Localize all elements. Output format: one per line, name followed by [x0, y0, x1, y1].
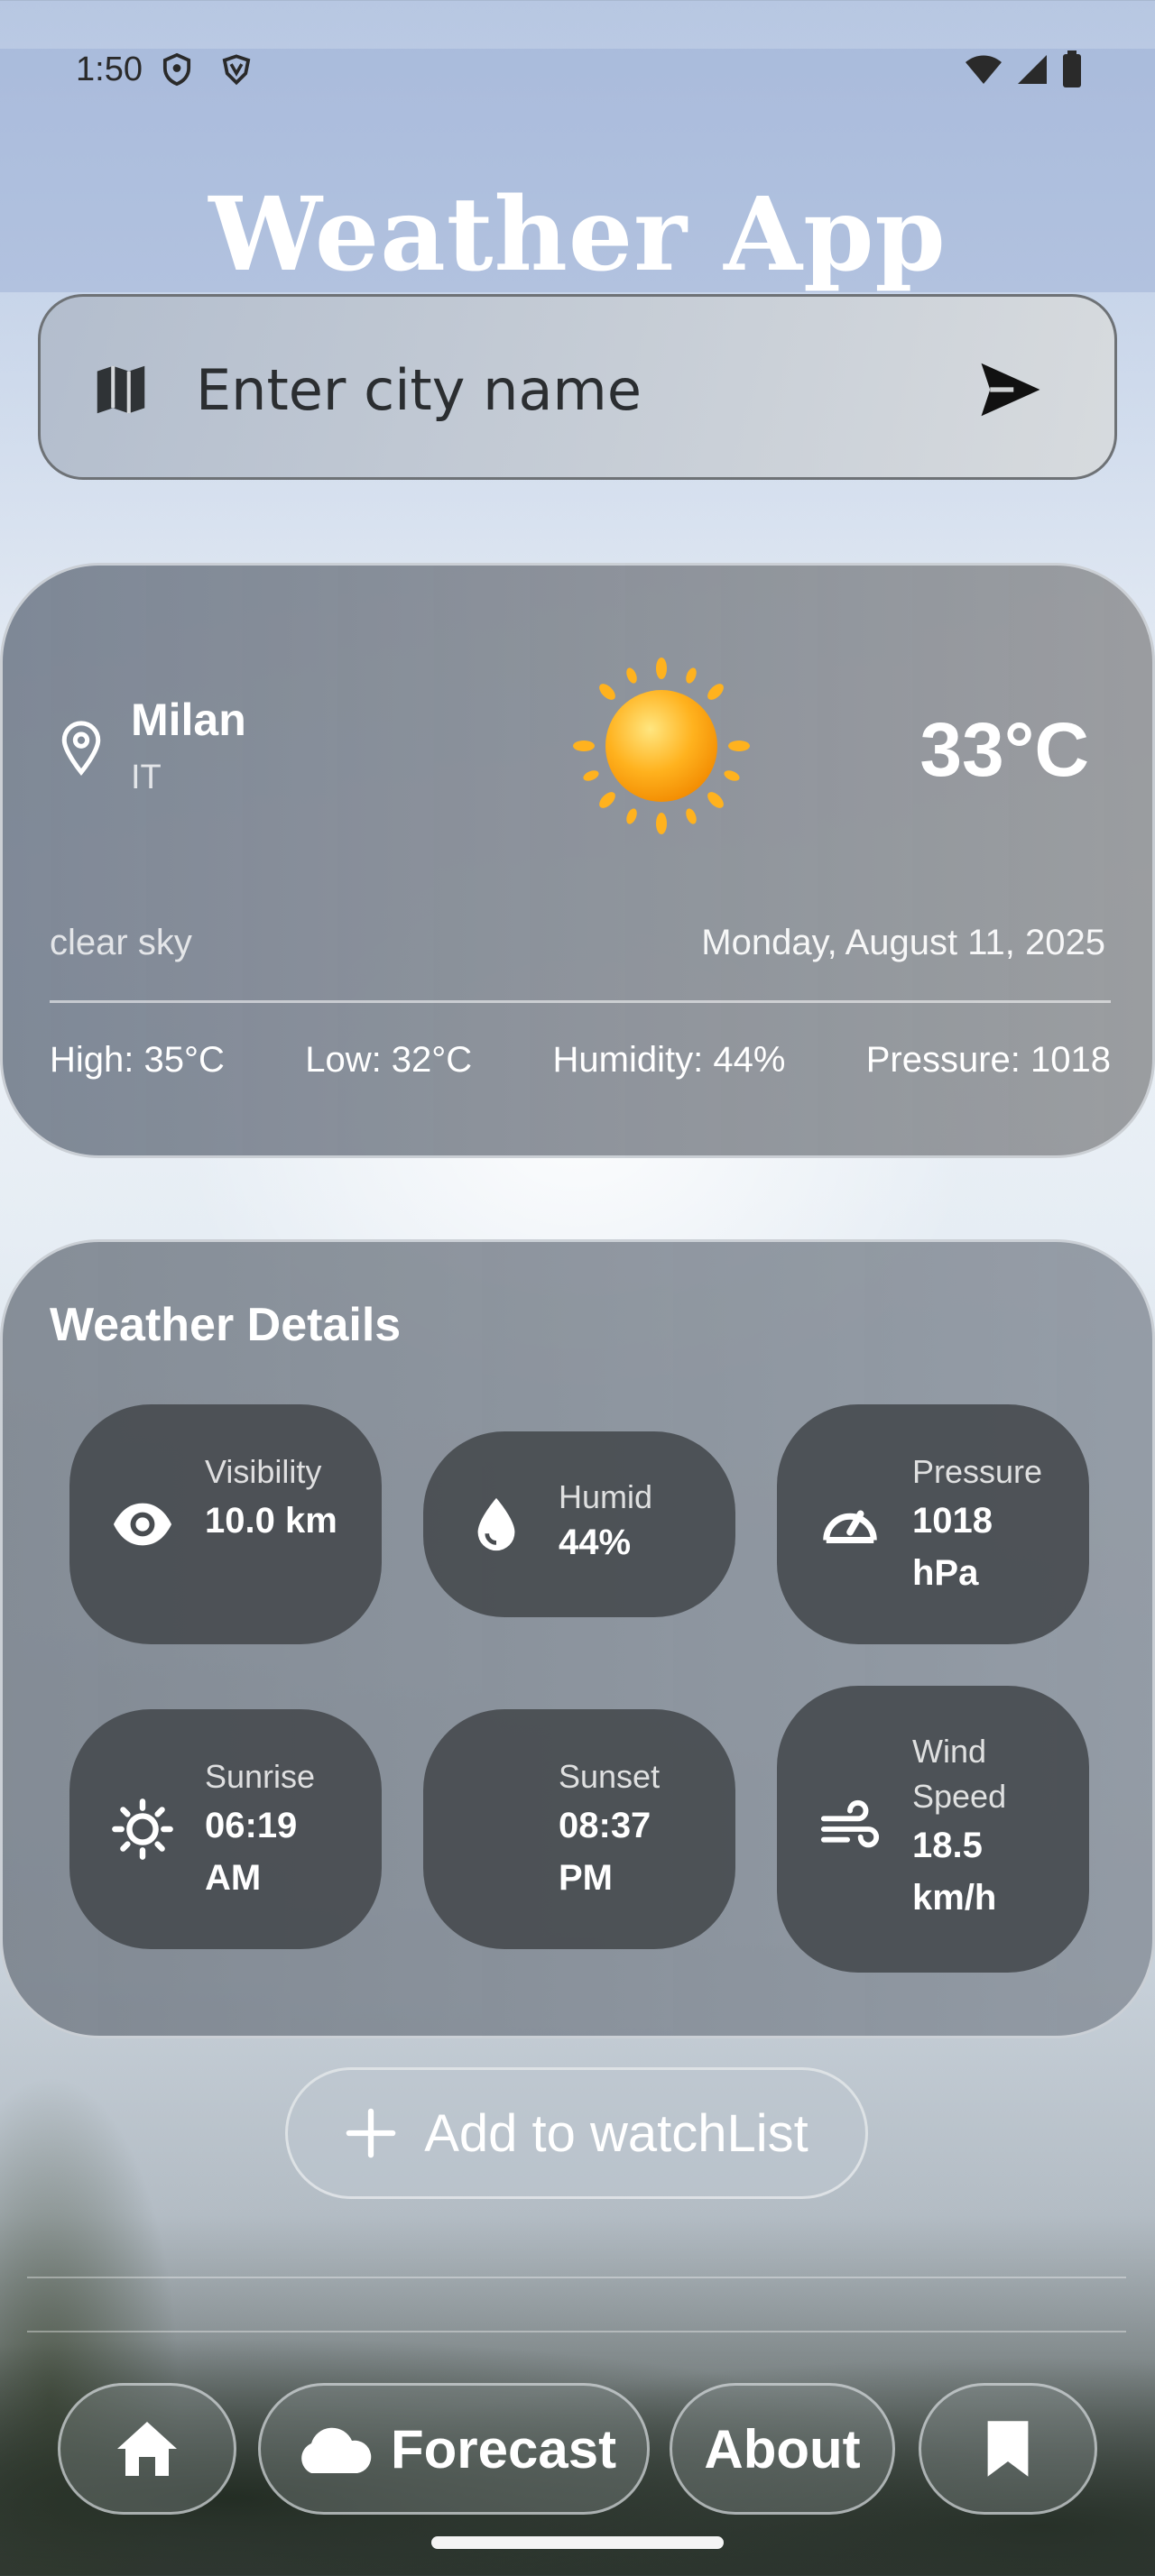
eye-icon: [113, 1503, 172, 1546]
app-title: Weather App: [208, 176, 947, 294]
tile-value: 44%: [559, 1523, 632, 1562]
sun-weather-icon: [573, 658, 750, 834]
add-to-watchlist-button[interactable]: Add to watchList: [285, 2067, 868, 2199]
plus-icon: [346, 2108, 396, 2158]
detail-tile-humidity: Humid 44%: [423, 1431, 735, 1617]
nav-about-label: About: [704, 2418, 861, 2479]
details-title: Weather Details: [50, 1299, 402, 1351]
tile-value: 08:37 PM: [559, 1806, 651, 1898]
weather-condition: clear sky: [50, 923, 192, 962]
tile-label: Visibility: [205, 1453, 322, 1490]
tile-value: 10.0 km: [205, 1501, 337, 1541]
tile-label: Sunset: [559, 1758, 661, 1795]
gesture-home-indicator[interactable]: [431, 2536, 724, 2549]
vpn-shield-icon: [222, 54, 251, 86]
temperature: 33°C: [919, 707, 1089, 792]
signal-icon: [1018, 55, 1047, 84]
moon-icon: [477, 1802, 504, 1856]
divider-line: [27, 2331, 1126, 2332]
tile-label: Wind Speed: [912, 1733, 1007, 1815]
watchlist-label: Add to watchList: [424, 2103, 808, 2163]
location-pin-icon: [61, 721, 101, 777]
current-date: Monday, August 11, 2025: [701, 923, 1105, 962]
tile-value: 18.5 km/h: [912, 1826, 997, 1918]
battery-icon: [1063, 51, 1081, 87]
status-bar: 1:50: [0, 0, 1155, 135]
current-weather-card: Milan IT 33°C clear sky Monday, August 1…: [0, 563, 1155, 1158]
speedometer-icon: [823, 1510, 877, 1543]
search-bar: [38, 294, 1117, 480]
city-name: Milan: [131, 695, 246, 745]
detail-tile-visibility: Visibility 10.0 km: [69, 1404, 382, 1644]
weather-details-card: Weather Details Visibility 10.0 km Humid…: [0, 1239, 1155, 2038]
weather-stats-row: High: 35°C Low: 32°C Humidity: 44% Press…: [50, 1040, 1111, 1081]
nav-home-button[interactable]: [58, 2383, 236, 2515]
low-temp: Low: 32°C: [305, 1040, 473, 1080]
detail-tile-wind-speed: Wind Speed 18.5 km/h: [777, 1686, 1089, 1973]
detail-tile-sunset: Sunset 08:37 PM: [423, 1709, 735, 1949]
card-divider: [50, 1000, 1111, 1003]
nav-forecast-label: Forecast: [390, 2418, 617, 2479]
water-drop-icon: [477, 1497, 515, 1551]
tile-label: Pressure: [912, 1453, 1043, 1490]
send-icon[interactable]: [975, 354, 1046, 425]
city-search-input[interactable]: [196, 342, 963, 437]
status-time: 1:50: [76, 51, 143, 88]
wifi-icon: [966, 55, 1002, 84]
detail-tile-sunrise: Sunrise 06:19 AM: [69, 1709, 382, 1949]
nav-bookmark-button[interactable]: [919, 2383, 1097, 2515]
divider-line: [27, 2277, 1126, 2278]
tile-label: Humid: [559, 1478, 653, 1515]
pressure-stat: Pressure: 1018: [865, 1040, 1111, 1080]
cloud-icon: [301, 2427, 372, 2473]
humidity-stat: Humidity: 44%: [552, 1040, 786, 1080]
home-icon: [117, 2422, 177, 2476]
shield-icon: [162, 52, 191, 87]
tile-value: 1018 hPa: [912, 1501, 993, 1593]
nav-about-button[interactable]: About: [670, 2383, 895, 2515]
nav-forecast-button[interactable]: Forecast: [258, 2383, 650, 2515]
country-code: IT: [131, 759, 162, 796]
high-temp: High: 35°C: [50, 1040, 225, 1080]
detail-tile-pressure: Pressure 1018 hPa: [777, 1404, 1089, 1644]
bookmark-icon: [987, 2421, 1029, 2477]
status-right-icons: [964, 51, 1083, 88]
tile-value: 06:19 AM: [205, 1806, 298, 1898]
tile-label: Sunrise: [205, 1758, 316, 1795]
sun-icon: [112, 1799, 173, 1860]
wind-icon: [820, 1799, 880, 1848]
map-icon: [97, 365, 145, 414]
